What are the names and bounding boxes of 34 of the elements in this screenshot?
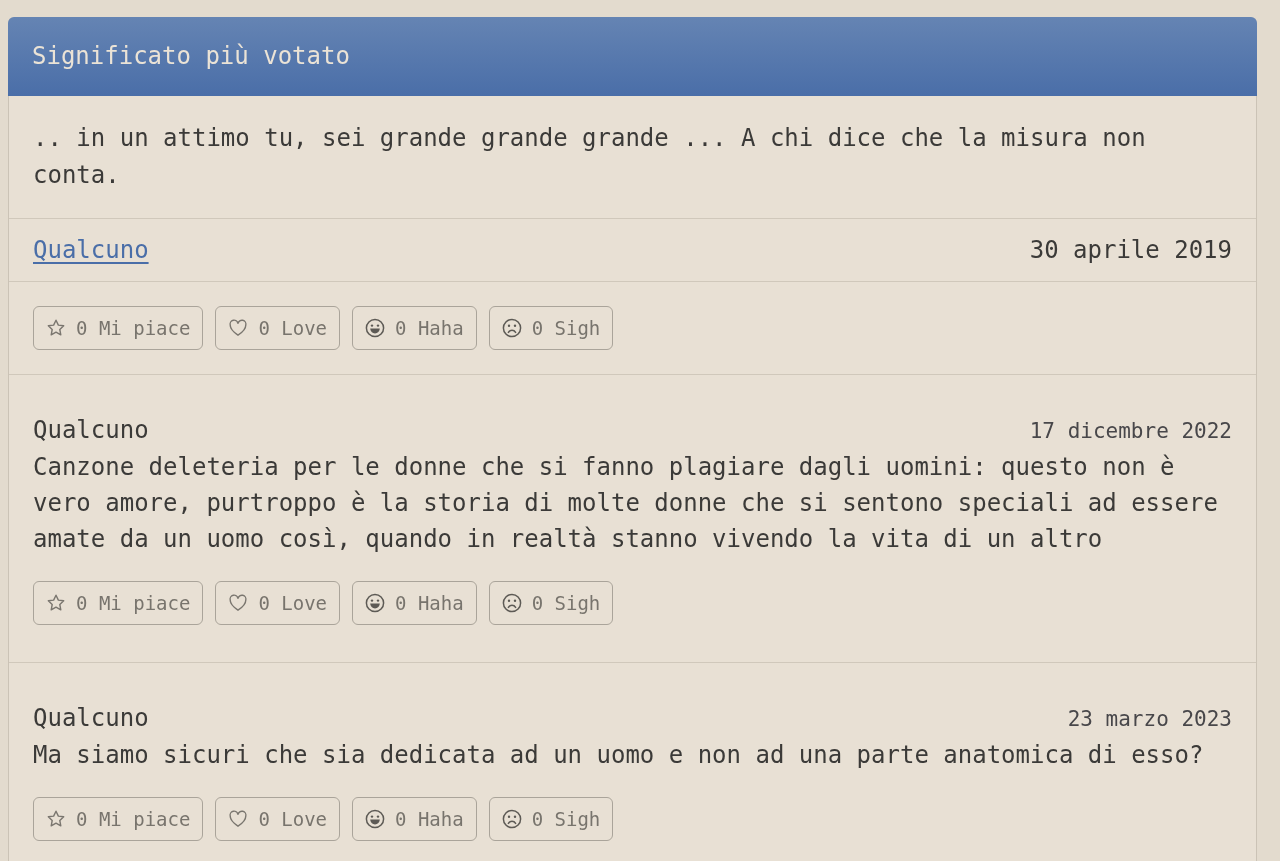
sigh-button[interactable]: 0 Sigh bbox=[488, 581, 614, 625]
star-icon bbox=[46, 809, 66, 829]
card-title: Significato più votato bbox=[32, 40, 350, 72]
comment-text: Canzone deleteria per le donne che si fanno plagiare dagli uomini: questo non è vero amore, purtroppo è la storia di molte donne che si sentono speciali ad essere amate da un uomo così, quando in realtà stanno vivendo la vita di un altro bbox=[33, 452, 1219, 555]
star-icon bbox=[46, 593, 66, 613]
haha-button[interactable]: 0 Haha bbox=[352, 581, 477, 625]
heart-icon bbox=[228, 593, 249, 613]
love-button[interactable]: 0 Love bbox=[215, 306, 341, 350]
grinning-face-icon bbox=[365, 593, 386, 613]
sigh-button[interactable]: 0 Sigh bbox=[488, 797, 614, 841]
comment-date: 17 dicembre 2022 bbox=[1029, 418, 1232, 445]
frowning-face-icon bbox=[501, 318, 522, 338]
grinning-face-icon bbox=[365, 318, 386, 338]
comment-author: Qualcuno bbox=[33, 415, 149, 446]
haha-button[interactable]: 0 Haha bbox=[352, 797, 477, 841]
frowning-face-icon bbox=[501, 593, 522, 613]
haha-button[interactable]: 0 Haha bbox=[352, 306, 477, 350]
heart-icon bbox=[228, 809, 249, 829]
comment-date: 23 marzo 2023 bbox=[1067, 706, 1232, 733]
meaning-text: .. in un attimo tu, sei grande grande grande ... A chi dice che la misura non conta. bbox=[33, 123, 1147, 191]
grinning-face-icon bbox=[365, 809, 386, 829]
love-button[interactable]: 0 Love bbox=[215, 797, 341, 841]
love-button[interactable]: 0 Love bbox=[215, 581, 341, 625]
star-icon bbox=[46, 318, 66, 338]
comment-author: Qualcuno bbox=[33, 703, 149, 734]
comment-text: Ma siamo sicuri che sia dedicata ad un uomo e non ad una parte anatomica di esso? bbox=[33, 740, 1205, 771]
sigh-button[interactable]: 0 Sigh bbox=[488, 306, 614, 350]
like-button[interactable]: 0 Mi piace bbox=[33, 581, 204, 625]
date-text: 30 aprile 2019 bbox=[1029, 235, 1232, 266]
like-button[interactable]: 0 Mi piace bbox=[33, 306, 204, 350]
like-button[interactable]: 0 Mi piace bbox=[33, 797, 204, 841]
author-link[interactable]: Qualcuno bbox=[33, 232, 149, 268]
heart-icon bbox=[228, 318, 249, 338]
frowning-face-icon bbox=[501, 809, 522, 829]
